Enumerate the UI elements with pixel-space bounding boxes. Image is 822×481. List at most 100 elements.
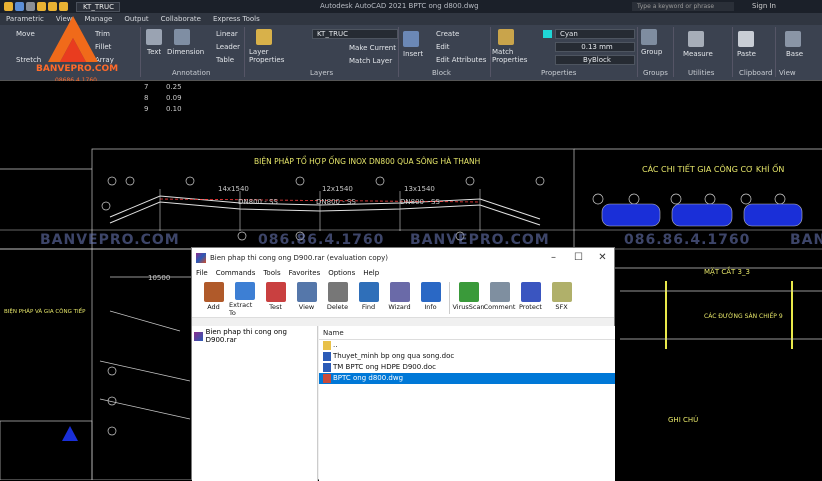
close-icon[interactable]: ✕ (590, 248, 615, 267)
tool-extract-to-button[interactable]: Extract To (229, 279, 260, 317)
tree-item[interactable]: Bien phap thi cong ong D900.rar (192, 326, 317, 346)
tool-info-button[interactable]: Info (415, 279, 446, 317)
menu-file[interactable]: File (192, 267, 212, 279)
tool-label: View (298, 303, 315, 311)
winrar-menu-bar: File Commands Tools Favorites Options He… (192, 267, 614, 279)
insert-button[interactable]: Insert (403, 50, 423, 58)
measure-button[interactable]: Measure (683, 50, 713, 58)
dimension-button[interactable]: Dimension (167, 48, 204, 56)
annotation-panel-title[interactable]: Annotation (172, 69, 210, 77)
tool-delete-button[interactable]: Delete (322, 279, 353, 317)
properties-panel-title[interactable]: Properties (541, 69, 576, 77)
move-button[interactable]: Move (16, 30, 35, 38)
match-properties-icon[interactable] (498, 29, 514, 45)
base-button[interactable]: Base (786, 50, 803, 58)
file-rows: .. Thuyet_minh bp ong qua song.doc TM BPTC… (319, 340, 615, 384)
file-row[interactable]: Thuyet_minh bp ong qua song.doc (319, 351, 615, 362)
tool-virusscan-button[interactable]: VirusScan (452, 279, 485, 317)
tree-item-label: Bien phap thi cong ong D900.rar (205, 328, 287, 344)
tool-comment-button[interactable]: Comment (484, 279, 515, 317)
menu-favorites[interactable]: Favorites (285, 267, 325, 279)
tool-label: Comment (483, 303, 516, 311)
tool-add-button[interactable]: Add (198, 279, 229, 317)
drawing-main-title: BIỆN PHÁP TỔ HỢP ỐNG INOX DN800 QUA SÔNG… (254, 157, 481, 166)
tab-collaborate[interactable]: Collaborate (155, 13, 207, 25)
measure-icon[interactable] (688, 31, 704, 47)
paste-button[interactable]: Paste (737, 50, 756, 58)
insert-icon[interactable] (403, 31, 419, 47)
layer-properties-icon[interactable] (256, 29, 272, 45)
ribbon-separator (244, 27, 245, 77)
block-panel-title[interactable]: Block (432, 69, 451, 77)
new-file-icon[interactable] (4, 2, 13, 11)
file-name: Thuyet_minh bp ong qua song.doc (333, 352, 455, 360)
lineweight-dropdown[interactable]: 0.13 mm (555, 42, 635, 52)
tab-express-tools[interactable]: Express Tools (207, 13, 266, 25)
tool-protect-button[interactable]: Protect (515, 279, 546, 317)
workspace-icon[interactable] (59, 2, 68, 11)
doc-icon (323, 352, 331, 361)
file-row[interactable]: BPTC ong d800.dwg (319, 373, 615, 384)
text-icon[interactable] (146, 29, 162, 45)
match-properties-button[interactable]: Match Properties (492, 48, 527, 64)
menu-tools[interactable]: Tools (259, 267, 284, 279)
leader-button[interactable]: Leader (216, 43, 240, 51)
maximize-icon[interactable]: ☐ (566, 248, 591, 267)
table-cell: 8 (144, 94, 149, 102)
tool-wizard-button[interactable]: Wizard (384, 279, 415, 317)
layer-properties-button[interactable]: Layer Properties (249, 48, 284, 64)
left-note: BIỆN PHÁP VÀ GIA CÔNG TIẾP (4, 309, 86, 315)
groups-panel-title[interactable]: Groups (643, 69, 668, 77)
dimension-icon[interactable] (174, 29, 190, 45)
undo-icon[interactable] (37, 2, 46, 11)
clipboard-panel-title[interactable]: Clipboard (739, 69, 772, 77)
utilities-panel-title[interactable]: Utilities (688, 69, 714, 77)
linetype-dropdown[interactable]: ByBlock (555, 55, 635, 65)
layers-panel-title[interactable]: Layers (310, 69, 333, 77)
group-icon[interactable] (641, 29, 657, 45)
watermark-text: BANVEPRO.COM (410, 232, 550, 248)
sign-in-link[interactable]: Sign In (752, 2, 776, 10)
make-current-button[interactable]: Make Current (349, 44, 396, 52)
base-view-icon[interactable] (785, 31, 801, 47)
winrar-title-bar[interactable]: Bien phap thi cong ong D900.rar (evaluat… (192, 248, 614, 267)
search-input[interactable]: Type a keyword or phrase (632, 2, 734, 11)
winrar-window: Bien phap thi cong ong D900.rar (evaluat… (191, 247, 615, 481)
group-button[interactable]: Group (641, 48, 662, 56)
create-block-button[interactable]: Create (436, 30, 459, 38)
add-icon (203, 282, 224, 302)
file-row[interactable]: TM BPTC ong HDPE D900.doc (319, 362, 615, 373)
tool-view-button[interactable]: View (291, 279, 322, 317)
layer-quick-dropdown[interactable]: KT_TRUC (76, 1, 120, 12)
table-button[interactable]: Table (216, 56, 234, 64)
menu-help[interactable]: Help (359, 267, 383, 279)
tool-label: Delete (326, 303, 349, 311)
minimize-icon[interactable]: – (541, 248, 566, 267)
table-cell: 9 (144, 105, 149, 113)
open-file-icon[interactable] (15, 2, 24, 11)
redo-icon[interactable] (48, 2, 57, 11)
delete-icon (327, 282, 348, 302)
text-button[interactable]: Text (147, 48, 161, 56)
tool-find-button[interactable]: Find (353, 279, 384, 317)
file-row[interactable]: .. (319, 340, 615, 351)
linear-button[interactable]: Linear (216, 30, 238, 38)
layer-dropdown[interactable]: KT_TRUC (312, 29, 398, 39)
color-dropdown[interactable]: Cyan (555, 29, 635, 39)
save-icon[interactable] (26, 2, 35, 11)
column-header-name[interactable]: Name (319, 326, 615, 340)
match-layer-button[interactable]: Match Layer (349, 57, 392, 65)
tool-test-button[interactable]: Test (260, 279, 291, 317)
paste-icon[interactable] (738, 31, 754, 47)
edit-attributes-button[interactable]: Edit Attributes (436, 56, 486, 64)
tool-sfx-button[interactable]: SFX (546, 279, 577, 317)
dimension-label: 10500 (148, 274, 171, 282)
comment-icon (489, 282, 510, 302)
view-panel-title[interactable]: View (779, 69, 796, 77)
menu-options[interactable]: Options (324, 267, 359, 279)
ribbon-separator (673, 27, 674, 77)
edit-block-button[interactable]: Edit (436, 43, 450, 51)
tab-output[interactable]: Output (118, 13, 154, 25)
menu-commands[interactable]: Commands (212, 267, 260, 279)
table-cell: 0.10 (166, 105, 182, 113)
